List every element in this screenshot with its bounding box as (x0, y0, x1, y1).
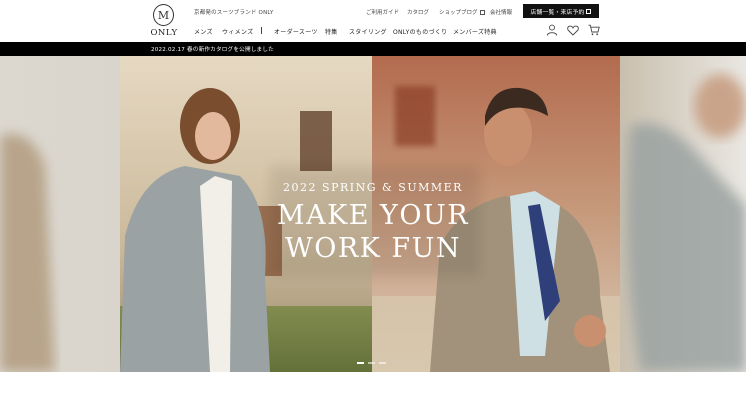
external-link-icon (479, 10, 485, 15)
external-link-icon (586, 8, 592, 14)
hero-headline-line2: WORK FUN (284, 233, 462, 264)
hero-subtitle: 2022 SPRING & SUMMER (283, 181, 463, 194)
site-header: M ONLY 京都発のスーツブランド ONLY ご利用ガイド カタログ ショップ… (0, 0, 746, 42)
shop-blog-label: ショップブログ (439, 10, 478, 16)
user-icon[interactable] (546, 24, 558, 36)
nav-styling[interactable]: スタイリング (349, 27, 387, 36)
nav-mens[interactable]: メンズ (194, 27, 213, 36)
slide-indicator[interactable] (379, 362, 386, 364)
company-link[interactable]: 会社情報 (490, 8, 512, 16)
nav-order-suit[interactable]: オーダースーツ (274, 27, 318, 36)
only-logo[interactable]: M ONLY (148, 4, 178, 38)
cart-icon[interactable] (588, 24, 600, 36)
page-content-start (0, 372, 746, 420)
nav-members-benefits[interactable]: メンバーズ特典 (453, 27, 497, 36)
nav-craftsmanship[interactable]: ONLYのものづくり (393, 27, 447, 36)
nav-separator (261, 27, 262, 34)
catalog-link[interactable]: カタログ (407, 8, 429, 16)
brand-tagline: 京都発のスーツブランド ONLY (194, 10, 274, 16)
nav-womens[interactable]: ウィメンズ (222, 27, 253, 36)
nav-feature[interactable]: 特集 (325, 27, 338, 36)
hero-headline-line1: MAKE YOUR (276, 200, 470, 231)
slide-indicator[interactable] (357, 362, 364, 364)
logo-wordmark: ONLY (150, 28, 178, 38)
store-reservation-button[interactable]: 店舗一覧・来店予約 (523, 4, 599, 18)
logo-mark: M (153, 4, 174, 26)
hero-headline: MAKE YOUR WORK FUN (0, 199, 746, 265)
shop-blog-link[interactable]: ショップブログ (439, 8, 485, 16)
hero-slider[interactable]: 2022 SPRING & SUMMER MAKE YOUR WORK FUN (0, 56, 746, 372)
heart-icon[interactable] (567, 25, 579, 36)
news-link[interactable]: 2022.02.17 春の新作カタログを公開しました (151, 45, 274, 53)
news-bar: 2022.02.17 春の新作カタログを公開しました (0, 42, 746, 56)
guide-link[interactable]: ご利用ガイド (366, 8, 399, 16)
slide-pager (357, 362, 386, 364)
slide-indicator[interactable] (368, 362, 375, 364)
store-reservation-label: 店舗一覧・来店予約 (530, 9, 585, 16)
